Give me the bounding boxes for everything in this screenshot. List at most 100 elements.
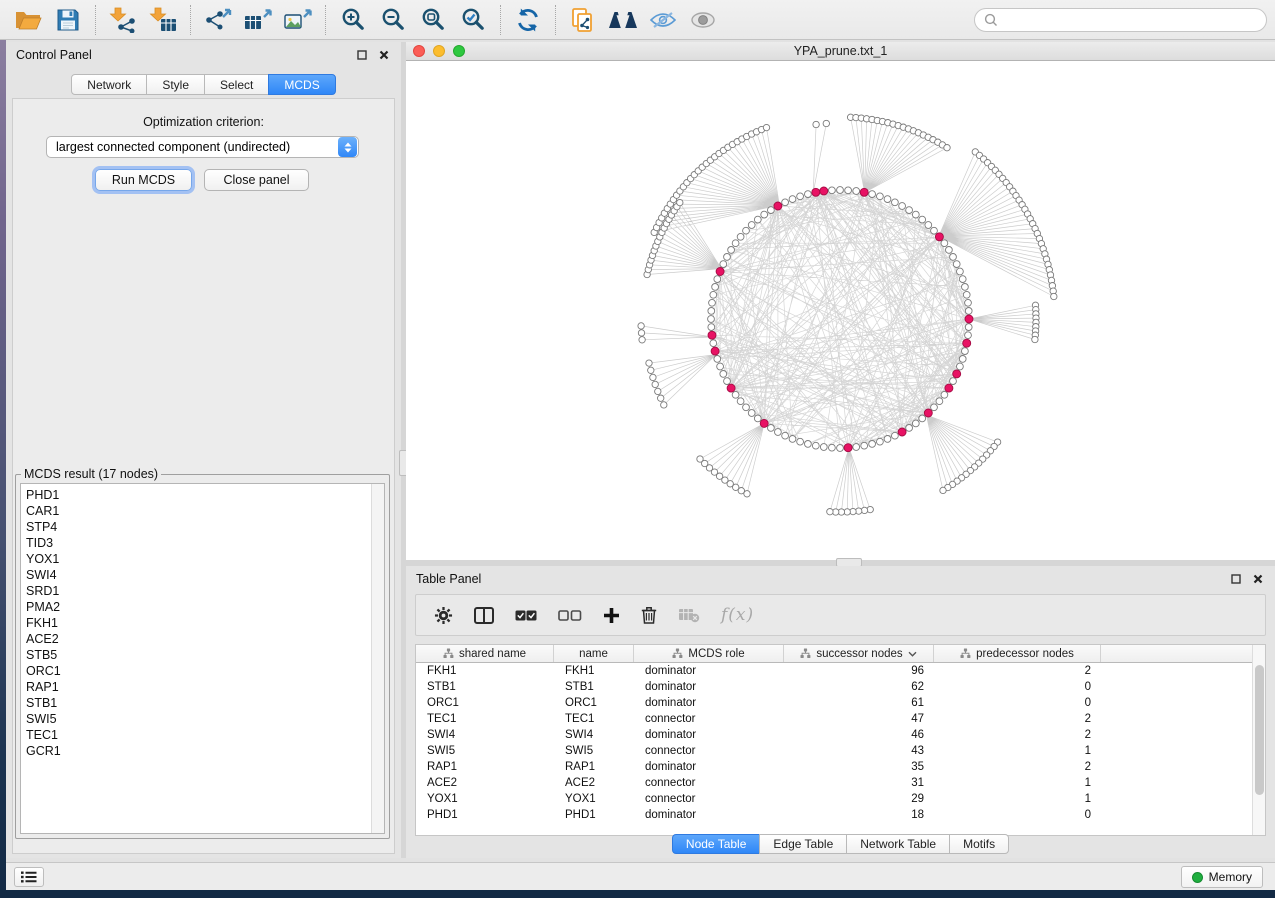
network-graph[interactable] bbox=[406, 61, 1275, 560]
network-node[interactable] bbox=[710, 340, 717, 347]
close-panel-x-button[interactable] bbox=[1251, 572, 1265, 586]
network-node[interactable] bbox=[724, 254, 731, 261]
network-node[interactable] bbox=[965, 299, 972, 306]
network-hub-node[interactable] bbox=[760, 419, 768, 427]
network-leaf-node[interactable] bbox=[1032, 336, 1038, 342]
mcds-result-item[interactable]: ACE2 bbox=[26, 631, 384, 647]
mcds-result-item[interactable]: SWI5 bbox=[26, 711, 384, 727]
network-hub-node[interactable] bbox=[935, 233, 943, 241]
network-leaf-node[interactable] bbox=[827, 509, 833, 515]
network-leaf-node[interactable] bbox=[697, 456, 703, 462]
network-hub-node[interactable] bbox=[860, 188, 868, 196]
network-leaf-node[interactable] bbox=[650, 374, 656, 380]
network-window-titlebar[interactable]: YPA_prune.txt_1 bbox=[406, 42, 1275, 61]
table-row[interactable]: TEC1TEC1connector472 bbox=[416, 711, 1265, 727]
table-row[interactable]: FKH1FKH1dominator962 bbox=[416, 663, 1265, 679]
network-node[interactable] bbox=[869, 441, 876, 448]
float-panel-button[interactable] bbox=[1229, 572, 1243, 586]
network-node[interactable] bbox=[925, 222, 932, 229]
network-node[interactable] bbox=[953, 261, 960, 268]
network-node[interactable] bbox=[748, 410, 755, 417]
result-scrollbar[interactable] bbox=[371, 484, 384, 833]
table-scrollbar[interactable] bbox=[1252, 645, 1265, 835]
network-node[interactable] bbox=[877, 193, 884, 200]
mcds-result-item[interactable]: SRD1 bbox=[26, 583, 384, 599]
hide-selected-button[interactable] bbox=[643, 3, 683, 37]
network-node[interactable] bbox=[782, 199, 789, 206]
network-node[interactable] bbox=[797, 438, 804, 445]
first-neighbors-button[interactable] bbox=[603, 3, 643, 37]
network-node[interactable] bbox=[950, 254, 957, 261]
network-node[interactable] bbox=[789, 196, 796, 203]
network-leaf-node[interactable] bbox=[661, 402, 667, 408]
network-node[interactable] bbox=[768, 425, 775, 432]
network-hub-node[interactable] bbox=[812, 188, 820, 196]
network-node[interactable] bbox=[906, 425, 913, 432]
network-node[interactable] bbox=[919, 415, 926, 422]
network-node[interactable] bbox=[737, 398, 744, 405]
close-panel-x-button[interactable] bbox=[377, 48, 391, 62]
network-node[interactable] bbox=[931, 404, 938, 411]
mcds-result-item[interactable]: STP4 bbox=[26, 519, 384, 535]
network-node[interactable] bbox=[861, 442, 868, 449]
table-row[interactable]: SWI5SWI5connector431 bbox=[416, 743, 1265, 759]
network-node[interactable] bbox=[714, 356, 721, 363]
network-node[interactable] bbox=[805, 191, 812, 198]
table-row[interactable]: PHD1PHD1dominator180 bbox=[416, 807, 1265, 823]
network-node[interactable] bbox=[829, 187, 836, 194]
network-hub-node[interactable] bbox=[963, 339, 971, 347]
network-node[interactable] bbox=[869, 191, 876, 198]
network-hub-node[interactable] bbox=[953, 370, 961, 378]
network-hub-node[interactable] bbox=[965, 315, 973, 323]
network-node[interactable] bbox=[884, 196, 891, 203]
network-node[interactable] bbox=[708, 324, 715, 331]
network-node[interactable] bbox=[761, 211, 768, 218]
network-node[interactable] bbox=[789, 436, 796, 443]
column-header-successor-nodes[interactable]: successor nodes bbox=[784, 645, 934, 662]
mcds-result-item[interactable]: TID3 bbox=[26, 535, 384, 551]
network-leaf-node[interactable] bbox=[638, 330, 644, 336]
column-header-name[interactable]: name bbox=[554, 645, 634, 662]
split-panel-button[interactable] bbox=[474, 600, 494, 630]
network-hub-node[interactable] bbox=[945, 384, 953, 392]
network-canvas[interactable] bbox=[406, 61, 1275, 560]
network-node[interactable] bbox=[912, 420, 919, 427]
select-all-button[interactable] bbox=[515, 600, 537, 630]
tab-network[interactable]: Network bbox=[71, 74, 147, 95]
network-node[interactable] bbox=[892, 199, 899, 206]
network-node[interactable] bbox=[743, 404, 750, 411]
network-node[interactable] bbox=[737, 233, 744, 240]
network-hub-node[interactable] bbox=[898, 428, 906, 436]
network-node[interactable] bbox=[962, 348, 969, 355]
network-node[interactable] bbox=[899, 203, 906, 210]
mcds-result-item[interactable]: STB5 bbox=[26, 647, 384, 663]
table-row[interactable]: SWI4SWI4dominator462 bbox=[416, 727, 1265, 743]
mcds-result-item[interactable]: CAR1 bbox=[26, 503, 384, 519]
network-leaf-node[interactable] bbox=[944, 145, 950, 151]
network-node[interactable] bbox=[837, 187, 844, 194]
zoom-fit-button[interactable] bbox=[413, 3, 453, 37]
network-node[interactable] bbox=[877, 438, 884, 445]
network-node[interactable] bbox=[965, 324, 972, 331]
network-node[interactable] bbox=[946, 247, 953, 254]
network-node[interactable] bbox=[754, 216, 761, 223]
network-node[interactable] bbox=[720, 261, 727, 268]
network-node[interactable] bbox=[912, 211, 919, 218]
export-table-button[interactable] bbox=[238, 3, 278, 37]
tab-mcds[interactable]: MCDS bbox=[268, 74, 335, 95]
network-node[interactable] bbox=[892, 432, 899, 439]
new-network-from-selection-button[interactable] bbox=[563, 3, 603, 37]
mcds-result-item[interactable]: YOX1 bbox=[26, 551, 384, 567]
network-node[interactable] bbox=[797, 193, 804, 200]
panel-menu-button[interactable] bbox=[14, 867, 44, 887]
network-hub-node[interactable] bbox=[820, 187, 828, 195]
network-node[interactable] bbox=[829, 444, 836, 451]
network-hub-node[interactable] bbox=[716, 268, 724, 276]
refresh-layout-button[interactable] bbox=[508, 3, 548, 37]
network-node[interactable] bbox=[708, 308, 715, 315]
network-node[interactable] bbox=[754, 415, 761, 422]
save-session-button[interactable] bbox=[48, 3, 88, 37]
table-options-button[interactable] bbox=[434, 600, 453, 630]
network-node[interactable] bbox=[717, 363, 724, 370]
delete-table-button[interactable] bbox=[678, 600, 700, 630]
